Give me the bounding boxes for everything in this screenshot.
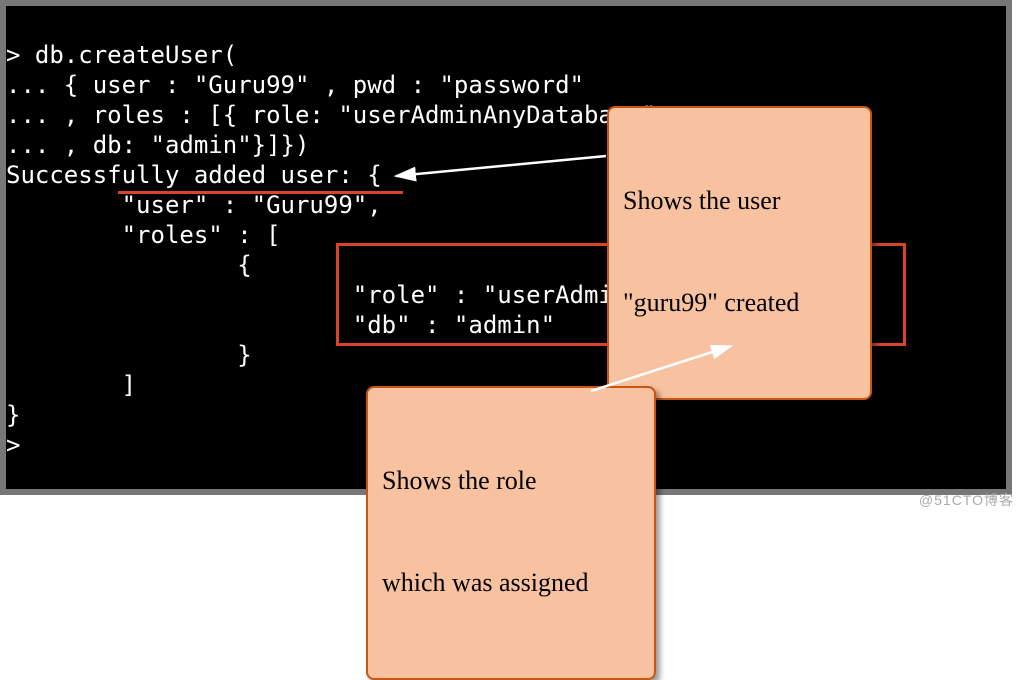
callout-role-line1: Shows the role: [382, 464, 640, 498]
line-2: ... { user : "Guru99" , pwd : "password": [6, 71, 584, 99]
callout-role-line2: which was assigned: [382, 566, 640, 600]
line-3: ... , roles : [{ role: "userAdminAnyData…: [6, 101, 656, 129]
line-6: "user" : "Guru99",: [6, 191, 382, 219]
line-7: "roles" : [: [6, 221, 281, 249]
line-14: >: [6, 431, 20, 459]
line-5: Successfully added user: {: [6, 161, 382, 189]
line-4: ... , db: "admin"}]}): [6, 131, 309, 159]
callout-user-line1: Shows the user: [623, 184, 856, 218]
line-12: ]: [6, 371, 136, 399]
callout-role-assigned: Shows the role which was assigned: [366, 386, 656, 680]
callout-user-line2: "guru99" created: [623, 286, 856, 320]
line-11: }: [6, 341, 252, 369]
callout-user-created: Shows the user "guru99" created: [607, 106, 872, 400]
line-8: {: [6, 251, 252, 279]
line-1: > db.createUser(: [6, 41, 237, 69]
watermark-text: @51CTO博客: [919, 490, 1014, 510]
underline-user-guru99: [118, 191, 403, 194]
terminal-window: > db.createUser( ... { user : "Guru99" ,…: [0, 0, 1012, 495]
line-13: }: [6, 401, 20, 429]
